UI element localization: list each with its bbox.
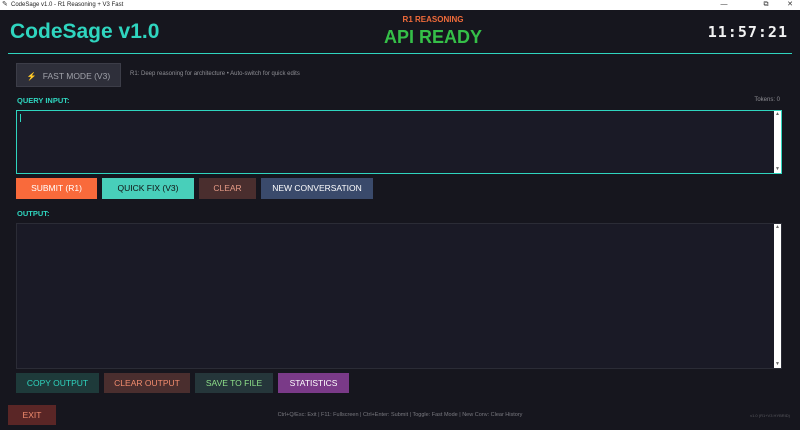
quick-fix-button[interactable]: QUICK FIX (V3) xyxy=(102,178,194,199)
window-titlebar: ✎ CodeSage v1.0 - R1 Reasoning + V3 Fast… xyxy=(0,0,800,10)
fast-mode-button[interactable]: ⚡ FAST MODE (V3) xyxy=(16,63,121,87)
new-conversation-button[interactable]: NEW CONVERSATION xyxy=(261,178,373,199)
query-scrollbar[interactable]: ▲ ▼ xyxy=(774,111,781,173)
scroll-up-arrow-icon[interactable]: ▲ xyxy=(774,111,781,118)
copy-output-button[interactable]: COPY OUTPUT xyxy=(16,373,99,393)
scroll-down-arrow-icon[interactable]: ▼ xyxy=(774,166,781,173)
text-caret xyxy=(20,114,21,122)
lightning-bolt-icon: ⚡ xyxy=(26,72,37,81)
query-input-label: QUERY INPUT: xyxy=(17,96,70,105)
clear-button[interactable]: CLEAR xyxy=(199,178,256,199)
api-status: API READY xyxy=(383,27,482,47)
token-count: Tokens: 0 xyxy=(754,97,780,103)
header-divider xyxy=(8,53,792,54)
submit-button[interactable]: SUBMIT (R1) xyxy=(16,178,97,199)
version-label: v1.0 (R1+V3 HYBRID) xyxy=(750,413,790,418)
output-scrollbar[interactable]: ▲ ▼ xyxy=(774,224,781,368)
output-label: OUTPUT: xyxy=(17,209,50,218)
minimize-button[interactable]: — xyxy=(714,0,734,10)
statistics-button[interactable]: STATISTICS xyxy=(278,373,349,393)
close-window-button[interactable]: ✕ xyxy=(780,0,800,10)
clock: 11:57:21 xyxy=(707,23,788,41)
mode-description: R1: Deep reasoning for architecture • Au… xyxy=(130,71,300,77)
scroll-down-arrow-icon[interactable]: ▼ xyxy=(774,361,781,368)
fast-mode-label: FAST MODE (V3) xyxy=(42,71,111,81)
output-area[interactable]: ▲ ▼ xyxy=(16,223,782,369)
window-title: CodeSage v1.0 - R1 Reasoning + V3 Fast xyxy=(11,2,124,8)
scroll-up-arrow-icon[interactable]: ▲ xyxy=(774,224,781,231)
query-input[interactable]: ▲ ▼ xyxy=(16,110,782,174)
save-to-file-button[interactable]: SAVE TO FILE xyxy=(195,373,273,393)
restore-button[interactable]: ⧉ xyxy=(756,0,776,10)
keyboard-shortcuts-hint: Ctrl+Q/Esc: Exit | F11: Fullscreen | Ctr… xyxy=(277,412,523,418)
app-feather-icon: ✎ xyxy=(2,1,8,8)
clear-output-button[interactable]: CLEAR OUTPUT xyxy=(104,373,190,393)
